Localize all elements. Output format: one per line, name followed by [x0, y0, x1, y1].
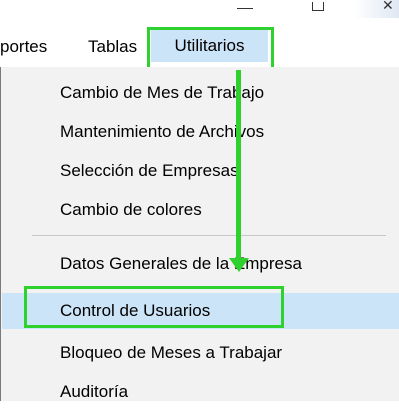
menu-separator	[32, 235, 386, 236]
menu-item-bloqueo-meses[interactable]: Bloqueo de Meses a Trabajar	[60, 335, 282, 371]
menu-item-cambio-mes-trabajo[interactable]: Cambio de Mes de Trabajo	[60, 75, 264, 111]
title-bar: ✕	[0, 0, 399, 22]
minimize-icon[interactable]	[237, 8, 253, 9]
utilitarios-dropdown-menu: Cambio de Mes de Trabajo Mantenimiento d…	[0, 67, 399, 401]
highlight-box-utilitarios	[147, 27, 274, 71]
close-icon[interactable]: ✕	[382, 0, 394, 14]
menu-item-datos-generales-empresa[interactable]: Datos Generales de la Empresa	[60, 246, 302, 282]
arrow-annotation-line	[236, 70, 241, 260]
arrow-down-icon	[229, 258, 249, 272]
menu-tablas[interactable]: Tablas	[88, 36, 137, 58]
menu-item-seleccion-empresas[interactable]: Selección de Empresas	[60, 153, 239, 189]
menu-item-auditoria[interactable]: Auditoría	[60, 374, 128, 410]
restore-icon[interactable]	[312, 2, 324, 11]
menu-item-mantenimiento-archivos[interactable]: Mantenimiento de Archivos	[60, 114, 264, 150]
menu-left-border	[0, 67, 1, 401]
menu-item-cambio-colores[interactable]: Cambio de colores	[60, 192, 202, 228]
menu-reportes[interactable]: portes	[0, 36, 47, 58]
highlight-box-control-usuarios	[24, 286, 284, 328]
